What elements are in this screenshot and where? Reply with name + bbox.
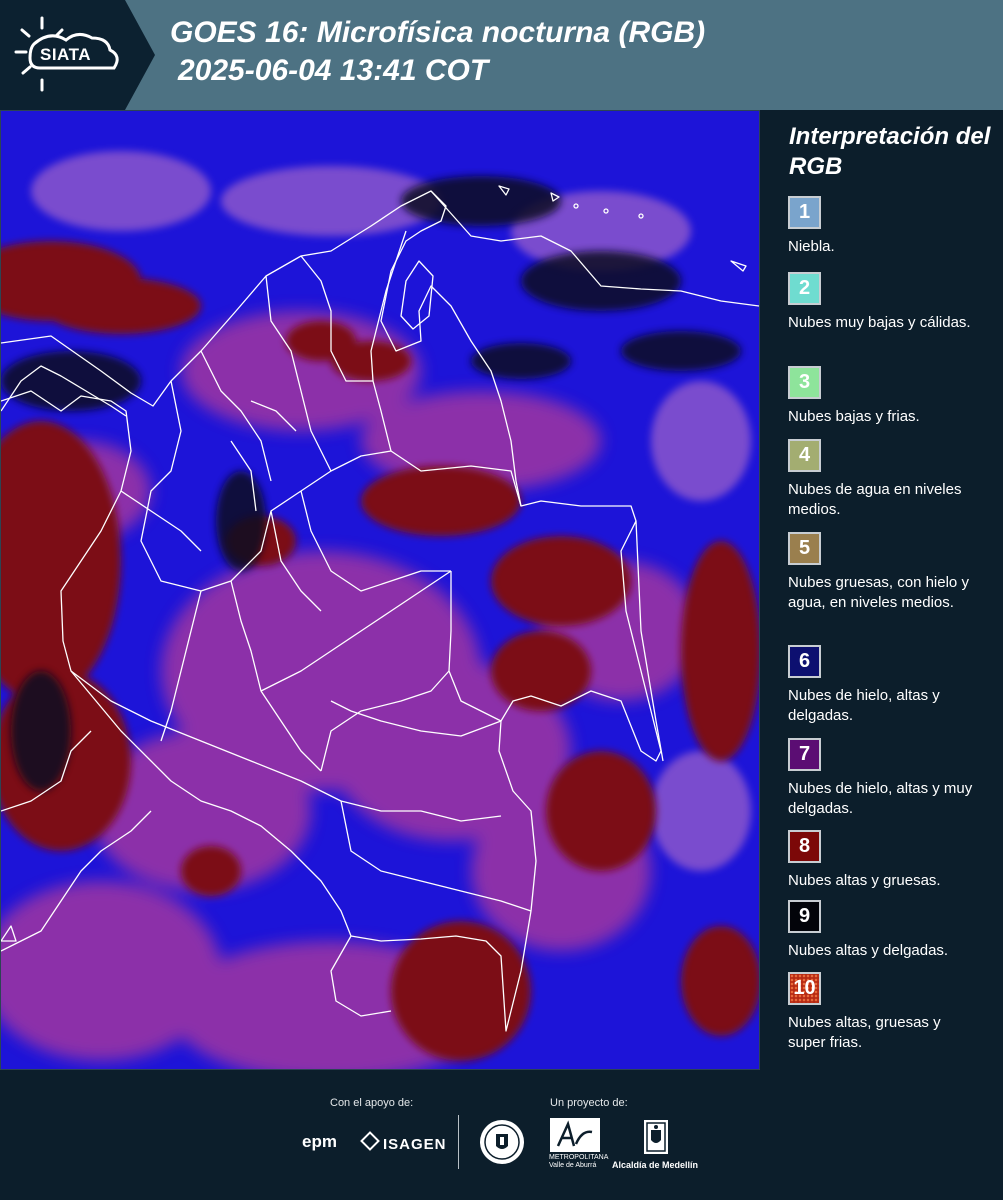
legend-item-2: 2 Nubes muy bajas y cálidas. [788, 272, 998, 333]
support-label: Con el apoyo de: [330, 1097, 414, 1109]
legend-swatch: 9 [788, 900, 821, 933]
legend-swatch: 8 [788, 830, 821, 863]
project-label: Un proyecto de: [550, 1097, 628, 1109]
siata-logo[interactable]: SIATA [0, 0, 155, 110]
header: SIATA GOES 16: Microfísica nocturna (RGB… [0, 0, 1003, 110]
legend-title: Interpretación del RGB [789, 123, 991, 180]
legend-label: Nubes de agua en niveles medios. [788, 481, 962, 518]
epm-logo[interactable]: epm [302, 1132, 337, 1152]
footer: Con el apoyo de: Un proyecto de: epm ISA… [0, 1070, 1003, 1200]
isagen-label: ISAGEN [383, 1136, 447, 1153]
logo-text: SIATA [40, 45, 91, 64]
legend-swatch: 3 [788, 366, 821, 399]
legend-item-6: 6 Nubes de hielo, altas y delgadas. [788, 645, 998, 726]
satellite-image [1, 111, 759, 1069]
university-seal-icon[interactable] [478, 1118, 526, 1166]
legend-label: Nubes altas y delgadas. [788, 942, 949, 959]
legend-swatch: 2 [788, 272, 821, 305]
title-product: GOES 16: Microfísica nocturna (RGB) [170, 16, 706, 49]
legend-item-1: 1 Niebla. [788, 196, 998, 257]
alcaldia-label: Alcaldía de Medellín [612, 1160, 699, 1170]
legend-label: Nubes de hielo, altas y muy delgadas. [788, 780, 973, 817]
legend-label: Nubes muy bajas y cálidas. [788, 314, 971, 331]
isagen-mark-icon [360, 1131, 380, 1151]
rgb-legend: Interpretación del RGB 1 Niebla. 2 Nubes… [760, 110, 1003, 1070]
isagen-logo[interactable]: ISAGEN [360, 1131, 447, 1153]
legend-swatch: 6 [788, 645, 821, 678]
legend-label: Nubes altas y gruesas. [788, 872, 941, 889]
legend-label: Niebla. [788, 238, 835, 255]
page-title: GOES 16: Microfísica nocturna (RGB) 2025… [170, 14, 705, 90]
legend-item-4: 4 Nubes de agua en niveles medios. [788, 439, 998, 520]
legend-swatch: 1 [788, 196, 821, 229]
title-timestamp: 2025-06-04 13:41 COT [178, 54, 489, 87]
area-metropolitana-label: METROPOLITANA Valle de Aburrá [549, 1154, 608, 1169]
legend-item-7: 7 Nubes de hielo, altas y muy delgadas. [788, 738, 998, 819]
legend-swatch: 10 [788, 972, 821, 1005]
satellite-map[interactable] [0, 110, 760, 1070]
legend-item-8: 8 Nubes altas y gruesas. [788, 830, 998, 891]
legend-swatch: 4 [788, 439, 821, 472]
legend-swatch: 7 [788, 738, 821, 771]
legend-item-9: 9 Nubes altas y delgadas. [788, 900, 998, 961]
alcaldia-shield-icon[interactable] [641, 1118, 671, 1158]
legend-swatch: 5 [788, 532, 821, 565]
legend-item-10: 10 Nubes altas, gruesas y super frias. [788, 972, 998, 1053]
legend-item-5: 5 Nubes gruesas, con hielo y agua, en ni… [788, 532, 998, 613]
legend-label: Nubes bajas y frias. [788, 408, 920, 425]
legend-item-3: 3 Nubes bajas y frias. [788, 366, 998, 427]
legend-label: Nubes gruesas, con hielo y agua, en nive… [788, 574, 969, 611]
legend-label: Nubes de hielo, altas y delgadas. [788, 687, 940, 724]
legend-label: Nubes altas, gruesas y super frias. [788, 1014, 941, 1051]
footer-divider [458, 1115, 459, 1169]
